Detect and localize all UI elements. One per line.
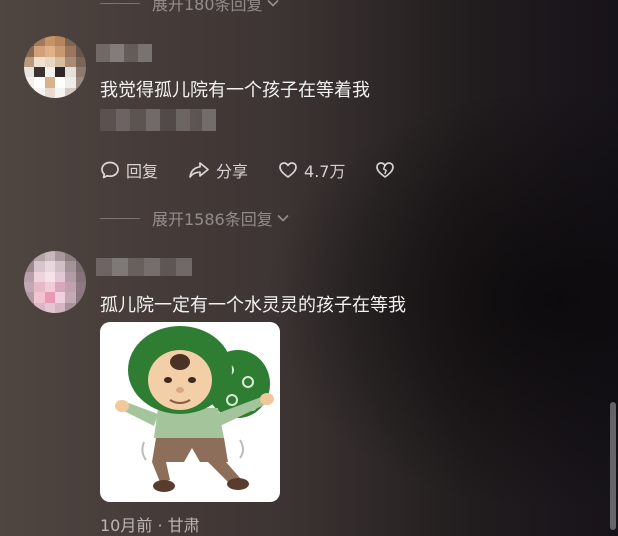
reply-button[interactable]: 回复 [100, 158, 158, 182]
avatar[interactable] [24, 36, 86, 98]
chevron-down-icon [277, 214, 289, 222]
share-arrow-icon [189, 162, 209, 178]
like-count: 4.7万 [304, 162, 346, 181]
avatar-mosaic [24, 36, 86, 98]
expand-replies-label: 展开180条回复 [152, 0, 263, 14]
like-button[interactable]: 4.7万 [278, 158, 345, 182]
expand-replies-top[interactable]: 展开180条回复 [100, 0, 280, 14]
comment-meta: 10月前 · 甘肃 [100, 516, 200, 535]
speech-bubble-icon [101, 161, 119, 179]
avatar[interactable] [24, 251, 86, 313]
blurred-content [100, 109, 216, 131]
expand-replies-label: 展开1586条回复 [152, 210, 273, 229]
username[interactable] [96, 44, 152, 62]
share-button[interactable]: 分享 [188, 158, 248, 182]
divider-line [100, 217, 140, 219]
chevron-down-icon [266, 0, 279, 7]
comment-text: 我觉得孤儿院有一个孩子在等着我 [100, 80, 370, 101]
avatar-mosaic [24, 251, 86, 313]
comment-text: 孤儿院一定有一个水灵灵的孩子在等我 [100, 295, 406, 316]
heart-icon [279, 162, 297, 178]
broken-heart-icon [376, 162, 395, 178]
comment-actions: 回复 分享 4.7万 [100, 158, 401, 182]
username[interactable] [96, 258, 192, 276]
scrollbar[interactable] [610, 402, 616, 530]
expand-replies-button[interactable]: 展开1586条回复 [100, 207, 290, 229]
reply-label: 回复 [126, 162, 159, 181]
divider-line [100, 2, 140, 4]
thief-cartoon-sticker [115, 326, 274, 492]
share-label: 分享 [216, 162, 249, 181]
dislike-button[interactable] [375, 160, 401, 180]
sticker-image[interactable] [100, 322, 280, 502]
